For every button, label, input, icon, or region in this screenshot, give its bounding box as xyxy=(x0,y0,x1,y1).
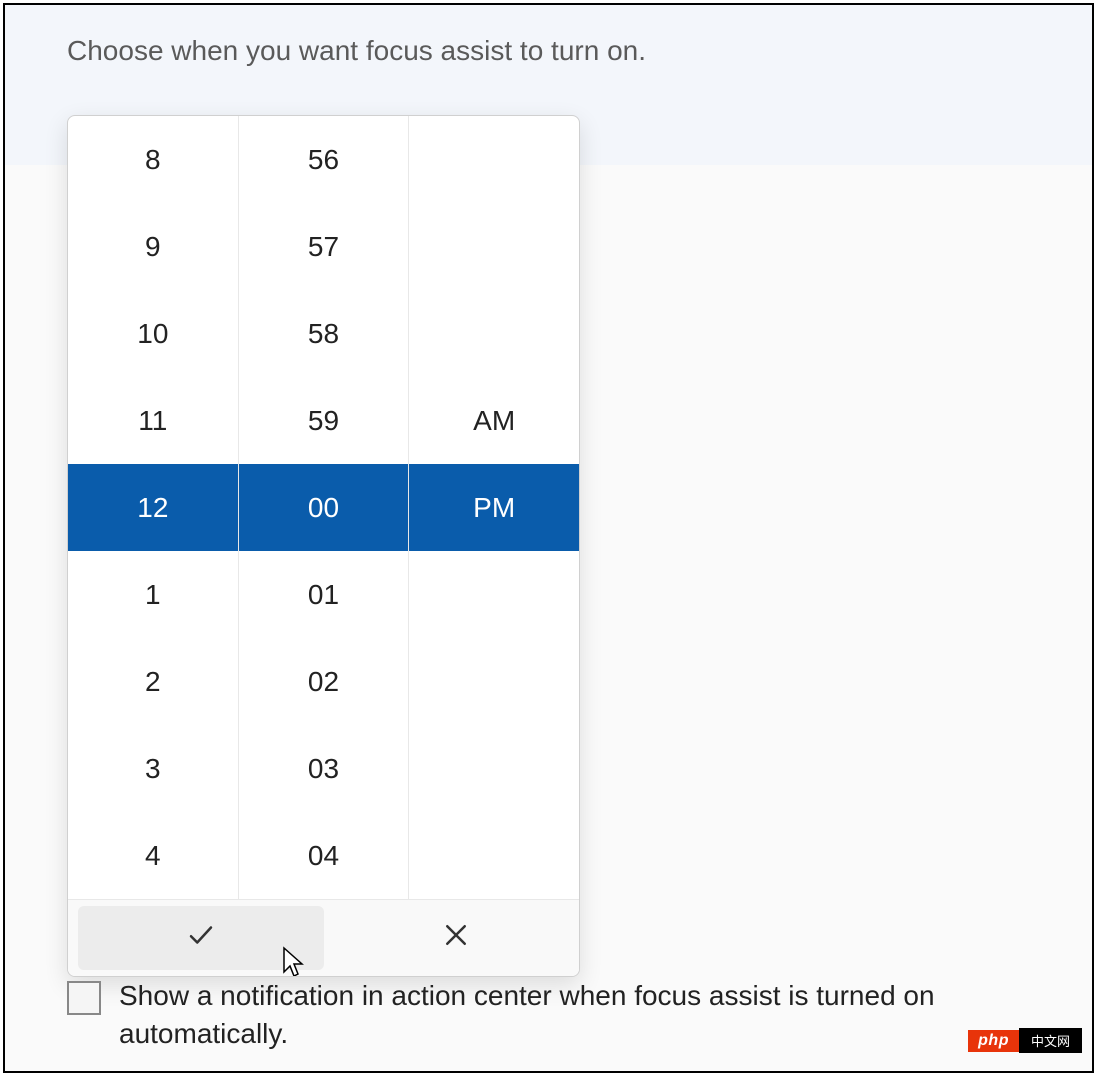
period-option[interactable] xyxy=(409,290,579,377)
cancel-button[interactable] xyxy=(334,900,580,976)
minute-option[interactable]: 59 xyxy=(239,377,409,464)
watermark-text: 中文网 xyxy=(1019,1028,1082,1053)
time-picker: 8 9 10 11 12 1 2 3 4 56 57 58 59 00 01 0… xyxy=(67,115,580,977)
period-option[interactable] xyxy=(409,116,579,203)
period-option[interactable] xyxy=(409,638,579,725)
notification-checkbox-label: Show a notification in action center whe… xyxy=(119,977,1047,1053)
period-option[interactable]: AM xyxy=(409,377,579,464)
settings-panel: Choose when you want focus assist to tur… xyxy=(3,3,1094,1073)
minute-column[interactable]: 56 57 58 59 00 01 02 03 04 xyxy=(239,116,410,899)
minute-option[interactable]: 04 xyxy=(239,812,409,899)
page-title: Choose when you want focus assist to tur… xyxy=(67,35,646,67)
period-option[interactable] xyxy=(409,203,579,290)
hour-option[interactable]: 1 xyxy=(68,551,238,638)
minute-option[interactable]: 01 xyxy=(239,551,409,638)
period-option-selected[interactable]: PM xyxy=(409,464,579,551)
hour-option[interactable]: 11 xyxy=(68,377,238,464)
close-icon xyxy=(441,920,471,957)
watermark-brand: php xyxy=(968,1030,1019,1052)
notification-checkbox[interactable] xyxy=(67,981,101,1015)
hour-option[interactable]: 3 xyxy=(68,725,238,812)
period-column[interactable]: AM PM xyxy=(409,116,579,899)
watermark: php 中文网 xyxy=(968,1028,1082,1053)
hour-option[interactable]: 9 xyxy=(68,203,238,290)
checkmark-icon xyxy=(186,920,216,957)
minute-option[interactable]: 56 xyxy=(239,116,409,203)
hour-option[interactable]: 2 xyxy=(68,638,238,725)
hour-option[interactable]: 10 xyxy=(68,290,238,377)
time-picker-columns: 8 9 10 11 12 1 2 3 4 56 57 58 59 00 01 0… xyxy=(68,116,579,899)
hour-column[interactable]: 8 9 10 11 12 1 2 3 4 xyxy=(68,116,239,899)
hour-option[interactable]: 4 xyxy=(68,812,238,899)
period-option[interactable] xyxy=(409,812,579,899)
minute-option[interactable]: 57 xyxy=(239,203,409,290)
notification-checkbox-row: Show a notification in action center whe… xyxy=(67,977,1047,1053)
minute-option[interactable]: 03 xyxy=(239,725,409,812)
time-picker-footer xyxy=(68,899,579,976)
minute-option[interactable]: 58 xyxy=(239,290,409,377)
hour-option[interactable]: 8 xyxy=(68,116,238,203)
period-option[interactable] xyxy=(409,725,579,812)
cursor-icon xyxy=(282,946,306,977)
period-option[interactable] xyxy=(409,551,579,638)
hour-option-selected[interactable]: 12 xyxy=(68,464,238,551)
minute-option-selected[interactable]: 00 xyxy=(239,464,409,551)
minute-option[interactable]: 02 xyxy=(239,638,409,725)
confirm-button[interactable] xyxy=(78,906,324,970)
